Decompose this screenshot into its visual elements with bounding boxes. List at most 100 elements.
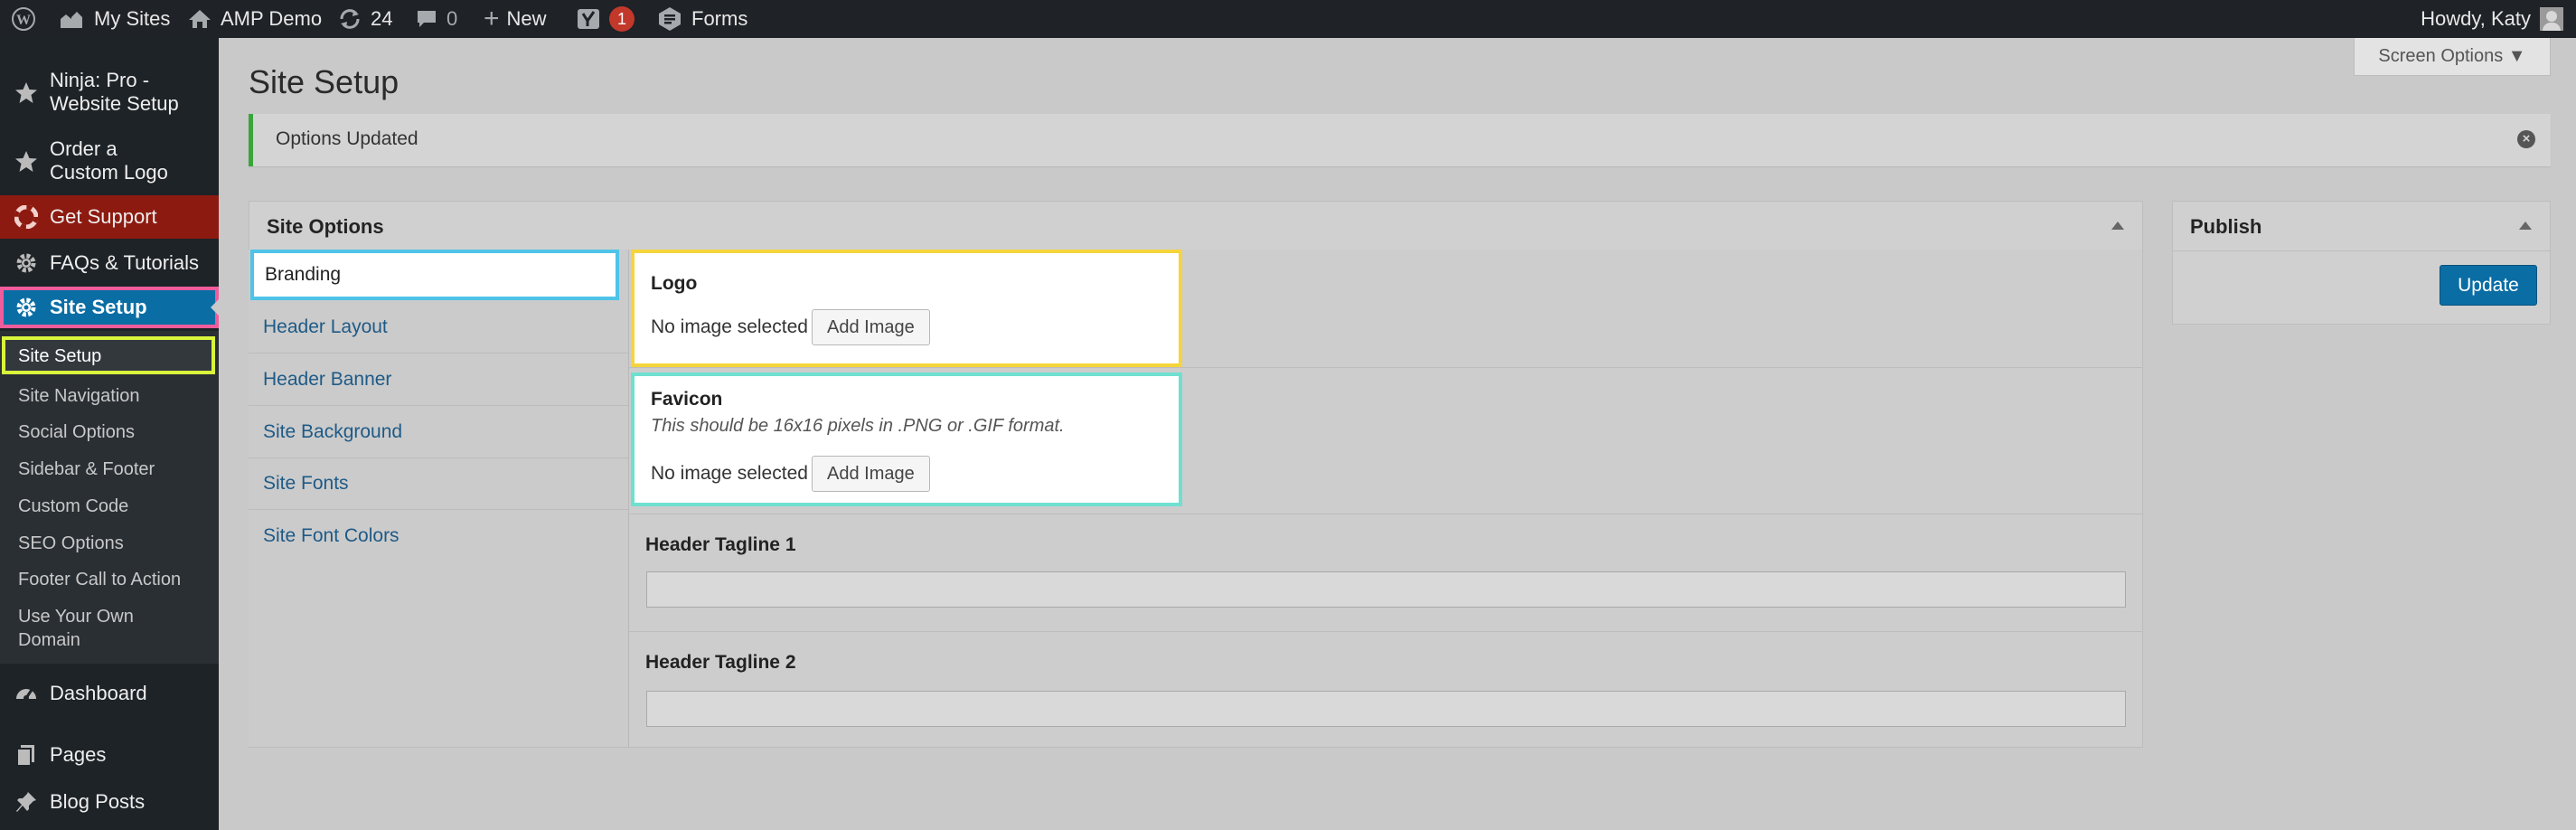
sidebar-item-label: Order a Custom Logo xyxy=(50,137,168,184)
favicon-title: Favicon xyxy=(651,389,723,410)
divider xyxy=(629,367,2142,368)
submenu-item-social-options[interactable]: Social Options xyxy=(18,420,135,444)
yoast-seo-menu[interactable]: 1 xyxy=(577,0,635,38)
sidebar-item-label: Ninja: Pro - Website Setup xyxy=(50,69,179,115)
dashboard-icon xyxy=(13,680,40,707)
screen-options-button[interactable]: Screen Options ▼ xyxy=(2354,38,2551,76)
sidebar-item-label: Pages xyxy=(50,743,107,766)
publish-box: Publish xyxy=(2172,201,2551,325)
tab-label: Site Background xyxy=(263,421,403,442)
sidebar-item-label: Get Support xyxy=(50,205,157,228)
sidebar-item-site-setup[interactable]: Site Setup xyxy=(0,287,219,328)
site-name-label: AMP Demo xyxy=(221,7,323,30)
sidebar-item-label: FAQs & Tutorials xyxy=(50,251,200,274)
collapse-arrow-icon[interactable] xyxy=(2519,222,2532,230)
forms-menu[interactable]: Forms xyxy=(657,0,747,38)
tab-label: Header Banner xyxy=(263,369,392,390)
tab-label: Site Fonts xyxy=(263,473,349,494)
home-icon xyxy=(188,8,212,30)
sidebar-item-blog-posts[interactable]: Blog Posts xyxy=(0,779,219,825)
comments-menu[interactable]: 0 xyxy=(416,0,457,38)
my-sites-menu[interactable]: My Sites xyxy=(58,0,170,38)
submenu-item-site-navigation[interactable]: Site Navigation xyxy=(18,384,140,408)
tab-site-background[interactable]: Site Background xyxy=(249,407,628,458)
yoast-notification-badge: 1 xyxy=(609,6,635,32)
updates-count: 24 xyxy=(371,7,393,30)
tab-site-fonts[interactable]: Site Fonts xyxy=(249,458,628,510)
submenu-item-custom-code[interactable]: Custom Code xyxy=(18,495,128,518)
wordpress-logo-icon[interactable]: W xyxy=(11,0,36,38)
add-logo-image-button[interactable]: Add Image xyxy=(812,309,930,345)
site-options-title: Site Options xyxy=(267,215,384,238)
sidebar-item-get-support[interactable]: Get Support xyxy=(0,195,219,239)
admin-bar: W My Sites AMP Demo 24 0 + New 1 Forms H… xyxy=(0,0,2576,38)
refresh-icon xyxy=(338,8,362,30)
submenu-item-seo-options[interactable]: SEO Options xyxy=(18,532,124,555)
sites-icon xyxy=(58,8,85,30)
submenu-item-site-setup[interactable]: Site Setup xyxy=(2,336,215,374)
tab-site-font-colors[interactable]: Site Font Colors xyxy=(249,511,628,562)
page-title: Site Setup xyxy=(249,63,400,100)
collapse-arrow-icon[interactable] xyxy=(2111,222,2124,230)
header-tagline-2-input[interactable] xyxy=(646,691,2126,727)
logo-status: No image selected xyxy=(651,316,808,337)
new-content-menu[interactable]: + New xyxy=(484,0,547,38)
add-favicon-image-button[interactable]: Add Image xyxy=(812,456,930,492)
sidebar-item-dashboard[interactable]: Dashboard xyxy=(0,671,219,716)
header-tagline-1-label: Header Tagline 1 xyxy=(645,534,796,555)
pin-icon xyxy=(13,788,40,816)
logo-title: Logo xyxy=(651,273,698,294)
header-tagline-2-label: Header Tagline 2 xyxy=(645,652,796,673)
plus-icon: + xyxy=(484,4,500,33)
submenu-item-label: Site Setup xyxy=(18,346,102,366)
comments-count: 0 xyxy=(447,7,458,30)
site-name-menu[interactable]: AMP Demo xyxy=(188,0,322,38)
gear-icon xyxy=(13,250,40,277)
tab-label: Header Layout xyxy=(263,316,388,337)
favicon-field: Favicon This should be 16x16 pixels in .… xyxy=(631,373,1182,506)
forms-label: Forms xyxy=(691,7,748,30)
header-tagline-1-input[interactable] xyxy=(646,571,2126,608)
tab-label: Branding xyxy=(265,264,342,285)
tab-header-layout[interactable]: Header Layout xyxy=(249,302,628,354)
updates-menu[interactable]: 24 xyxy=(338,0,392,38)
options-updated-notice: Options Updated × xyxy=(249,114,2551,166)
new-label: New xyxy=(506,7,547,30)
current-arrow-icon xyxy=(211,299,219,316)
dismiss-icon[interactable]: × xyxy=(2517,130,2535,148)
favicon-description: This should be 16x16 pixels in .PNG or .… xyxy=(651,416,1065,436)
tab-label: Site Font Colors xyxy=(263,525,400,546)
tab-header-banner[interactable]: Header Banner xyxy=(249,354,628,406)
my-account-menu[interactable]: Howdy, Katy xyxy=(2421,0,2563,38)
svg-text:W: W xyxy=(16,13,31,28)
logo-field: Logo No image selected Add Image xyxy=(631,250,1182,367)
publish-title: Publish xyxy=(2190,215,2262,238)
favicon-status: No image selected xyxy=(651,463,808,484)
admin-sidebar: Ninja: Pro - Website Setup Order a Custo… xyxy=(0,38,219,830)
divider xyxy=(629,631,2142,632)
sidebar-item-label: Site Setup xyxy=(50,296,147,318)
sidebar-item-ninja-pro-setup[interactable]: Ninja: Pro - Website Setup xyxy=(0,60,219,127)
tab-branding[interactable]: Branding xyxy=(250,250,619,300)
star-icon xyxy=(13,80,40,107)
star-icon xyxy=(13,148,40,175)
sidebar-item-pages[interactable]: Pages xyxy=(0,732,219,778)
submenu-item-sidebar-footer[interactable]: Sidebar & Footer xyxy=(18,457,155,481)
submenu-item-own-domain[interactable]: Use Your Own Domain xyxy=(18,605,172,652)
sidebar-item-faqs-tutorials[interactable]: FAQs & Tutorials xyxy=(0,241,219,286)
yoast-icon xyxy=(577,7,600,31)
sidebar-item-label: Blog Posts xyxy=(50,790,146,813)
update-button[interactable]: Update xyxy=(2440,265,2537,306)
avatar xyxy=(2540,7,2563,31)
publish-header[interactable]: Publish xyxy=(2173,202,2550,251)
comment-bubble-icon xyxy=(416,8,437,30)
pages-icon xyxy=(13,741,40,769)
sidebar-item-order-custom-logo[interactable]: Order a Custom Logo xyxy=(0,128,219,195)
submenu-item-footer-cta[interactable]: Footer Call to Action xyxy=(18,568,181,591)
forms-icon xyxy=(657,6,682,32)
site-options-header[interactable]: Site Options xyxy=(249,202,2142,251)
lifebuoy-icon xyxy=(13,203,40,231)
howdy-label: Howdy, Katy xyxy=(2421,7,2531,30)
options-fields: Logo No image selected Add Image Favicon… xyxy=(628,250,2142,747)
sidebar-item-label: Dashboard xyxy=(50,682,147,704)
